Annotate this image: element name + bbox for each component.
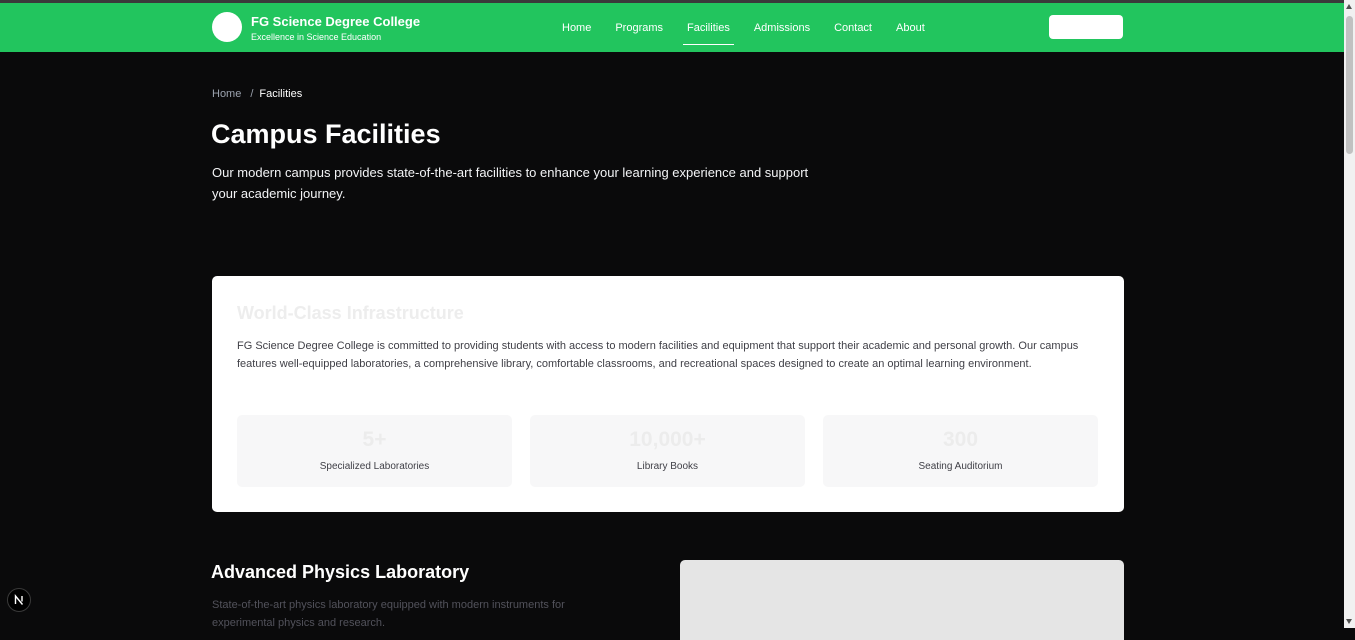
physics-lab-description: State-of-the-art physics laboratory equi… bbox=[212, 599, 565, 629]
breadcrumb-current: Facilities bbox=[259, 88, 303, 100]
infrastructure-title: World-Class Infrastructure bbox=[237, 303, 464, 323]
physics-lab-image bbox=[680, 560, 1124, 640]
brand-subtitle: Excellence in Science Education bbox=[251, 32, 382, 42]
physics-lab-title: Advanced Physics Laboratory bbox=[211, 562, 470, 582]
stat-card-library: 10,000+ Library Books bbox=[530, 415, 805, 487]
nextjs-logo-icon[interactable] bbox=[7, 588, 31, 612]
page-scrollbar[interactable] bbox=[1344, 0, 1355, 628]
nav-link-contact[interactable]: Contact bbox=[828, 22, 878, 34]
infrastructure-card: World-Class Infrastructure FG Science De… bbox=[212, 276, 1124, 512]
stat-card-laboratories: 5+ Specialized Laboratories bbox=[237, 415, 512, 487]
stat-card-auditorium: 300 Seating Auditorium bbox=[823, 415, 1098, 487]
infrastructure-text: FG Science Degree College is committed t… bbox=[237, 340, 1079, 370]
nav-link-home[interactable]: Home bbox=[556, 22, 597, 34]
stat-value: 10,000+ bbox=[629, 428, 706, 451]
nav-link-programs[interactable]: Programs bbox=[609, 22, 669, 34]
brand-title[interactable]: FG Science Degree College bbox=[251, 14, 420, 29]
breadcrumb-home-link[interactable]: Home bbox=[212, 88, 241, 100]
page-title: Campus Facilities bbox=[211, 119, 441, 149]
college-logo[interactable] bbox=[212, 12, 242, 42]
stat-value: 300 bbox=[942, 428, 979, 451]
nav-link-facilities[interactable]: Facilities bbox=[681, 22, 736, 45]
stat-label: Seating Auditorium bbox=[918, 461, 1003, 472]
page-intro: Our modern campus provides state-of-the-… bbox=[212, 165, 809, 201]
site-header: FG Science Degree College Excellence in … bbox=[0, 3, 1344, 52]
main-nav: Home Programs Facilities Admissions Cont… bbox=[556, 3, 943, 52]
scroll-up-arrow-icon[interactable] bbox=[1346, 4, 1352, 9]
scroll-down-arrow-icon[interactable] bbox=[1346, 619, 1352, 624]
breadcrumb-separator: / bbox=[250, 88, 254, 100]
header-action-button[interactable] bbox=[1049, 15, 1123, 39]
stat-value: 5+ bbox=[362, 428, 387, 451]
scrollbar-thumb[interactable] bbox=[1346, 16, 1353, 154]
stat-label: Library Books bbox=[636, 461, 699, 472]
breadcrumb: Home / Facilities bbox=[212, 88, 302, 100]
stat-label: Specialized Laboratories bbox=[319, 461, 430, 472]
nav-link-admissions[interactable]: Admissions bbox=[748, 22, 816, 34]
nav-link-about[interactable]: About bbox=[890, 22, 931, 34]
